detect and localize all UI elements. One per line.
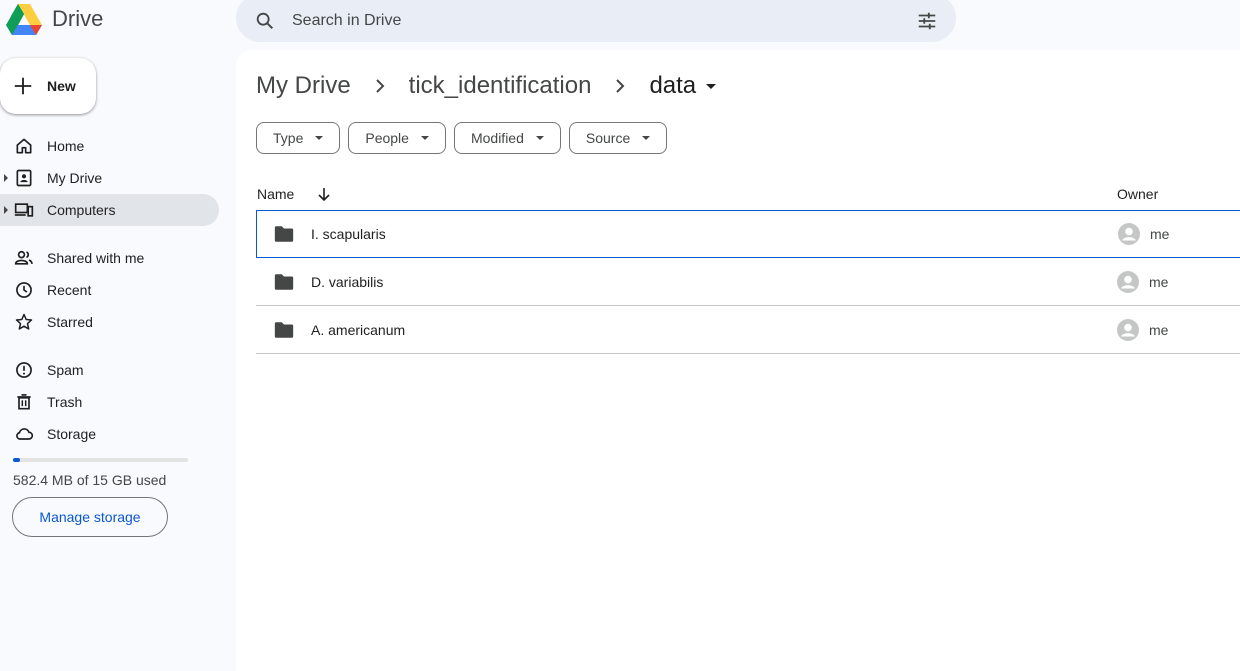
breadcrumb-my-drive[interactable]: My Drive	[256, 72, 351, 100]
sidebar-item-starred[interactable]: Starred	[0, 306, 220, 338]
computers-icon	[14, 203, 34, 217]
expand-caret-icon[interactable]	[4, 206, 8, 214]
caret-down-icon	[642, 136, 651, 140]
owner-name: me	[1149, 321, 1169, 338]
expand-caret-icon[interactable]	[4, 174, 8, 182]
sidebar-item-my-drive[interactable]: My Drive	[0, 162, 220, 194]
search-icon[interactable]	[254, 10, 276, 32]
trash-icon	[17, 394, 31, 410]
filter-modified[interactable]: Modified	[453, 122, 561, 154]
new-button[interactable]: New	[0, 58, 96, 114]
search-input[interactable]	[292, 12, 916, 30]
owner-cell: me	[1117, 222, 1169, 246]
sidebar-item-trash[interactable]: Trash	[0, 386, 220, 418]
storage-usage-text: 582.4 MB of 15 GB used	[13, 472, 167, 488]
sidebar-item-home[interactable]: Home	[0, 130, 220, 162]
table-row[interactable]: D. variabilis me	[256, 258, 1240, 306]
shared-icon	[14, 250, 33, 265]
star-icon	[15, 313, 33, 330]
sort-arrow-down-icon[interactable]	[316, 186, 332, 202]
spam-icon	[16, 362, 32, 378]
filter-chips: Type People Modified Source	[256, 122, 675, 154]
table-row[interactable]: I. scapularis me	[256, 210, 1240, 258]
my-drive-icon	[16, 169, 32, 187]
breadcrumb: My Drive tick_identification data	[256, 72, 717, 100]
owner-cell: me	[1116, 318, 1168, 342]
table-row[interactable]: A. americanum me	[256, 306, 1240, 354]
owner-cell: me	[1116, 270, 1168, 294]
search-options-icon[interactable]	[916, 10, 938, 32]
caret-down-icon	[706, 83, 717, 89]
avatar-icon	[1117, 318, 1139, 341]
search-bar[interactable]	[236, 0, 956, 42]
drive-logo-icon	[6, 4, 42, 35]
owner-name: me	[1150, 226, 1170, 242]
sidebar-item-label: Computers	[47, 202, 116, 218]
storage-bar-fill	[13, 458, 20, 462]
file-name: I. scapularis	[311, 226, 386, 242]
chevron-right-icon	[375, 79, 385, 93]
sidebar-item-computers[interactable]: Computers	[0, 194, 219, 226]
sidebar-item-label: Trash	[47, 394, 83, 410]
folder-icon	[274, 321, 294, 338]
cloud-icon	[16, 428, 34, 440]
sidebar-nav: Home My Drive Computers Shared with me R…	[0, 130, 220, 450]
sidebar-item-label: Home	[47, 138, 85, 154]
filter-source[interactable]: Source	[568, 122, 668, 154]
drive-logo[interactable]: Drive	[6, 1, 103, 37]
main-content: My Drive tick_identification data Type P…	[236, 50, 1240, 671]
owner-name: me	[1149, 273, 1169, 290]
chevron-right-icon	[616, 79, 625, 93]
plus-icon	[14, 77, 32, 95]
sidebar-item-label: Starred	[47, 314, 93, 330]
home-icon	[16, 138, 32, 154]
sidebar-item-label: Shared with me	[47, 250, 145, 266]
avatar-icon	[1117, 270, 1139, 293]
app-name: Drive	[52, 6, 104, 31]
avatar-icon	[1118, 223, 1140, 245]
sidebar-item-spam[interactable]: Spam	[0, 354, 220, 386]
sidebar-item-shared-with-me[interactable]: Shared with me	[0, 242, 220, 274]
filter-type[interactable]: Type	[256, 122, 341, 154]
sidebar-item-storage[interactable]: Storage	[0, 418, 220, 450]
file-name: D. variabilis	[311, 273, 384, 290]
sidebar-item-label: Recent	[47, 282, 92, 298]
sidebar-item-label: Spam	[47, 362, 84, 378]
folder-icon	[274, 273, 294, 290]
sidebar-item-label: Storage	[47, 426, 97, 442]
current-folder-label: data	[649, 72, 697, 99]
filter-people[interactable]: People	[348, 122, 446, 154]
file-name: A. americanum	[311, 321, 406, 338]
clock-icon	[16, 282, 32, 298]
caret-down-icon	[535, 136, 544, 140]
new-button-label: New	[47, 78, 76, 94]
manage-storage-button[interactable]: Manage storage	[12, 497, 168, 537]
caret-down-icon	[315, 136, 324, 140]
breadcrumb-tick-identification[interactable]: tick_identification	[409, 72, 592, 100]
sidebar-item-label: My Drive	[47, 170, 103, 186]
file-list: I. scapularis me D. variabilis me A. ame…	[256, 210, 1240, 354]
breadcrumb-current-folder[interactable]: data	[649, 72, 717, 100]
sidebar-item-recent[interactable]: Recent	[0, 274, 220, 306]
caret-down-icon	[420, 136, 429, 140]
column-header-name[interactable]: Name	[257, 186, 294, 202]
folder-icon	[274, 226, 294, 242]
column-header-owner: Owner	[1117, 186, 1159, 202]
table-header: Name Owner	[256, 178, 1240, 210]
storage-bar	[13, 458, 188, 462]
